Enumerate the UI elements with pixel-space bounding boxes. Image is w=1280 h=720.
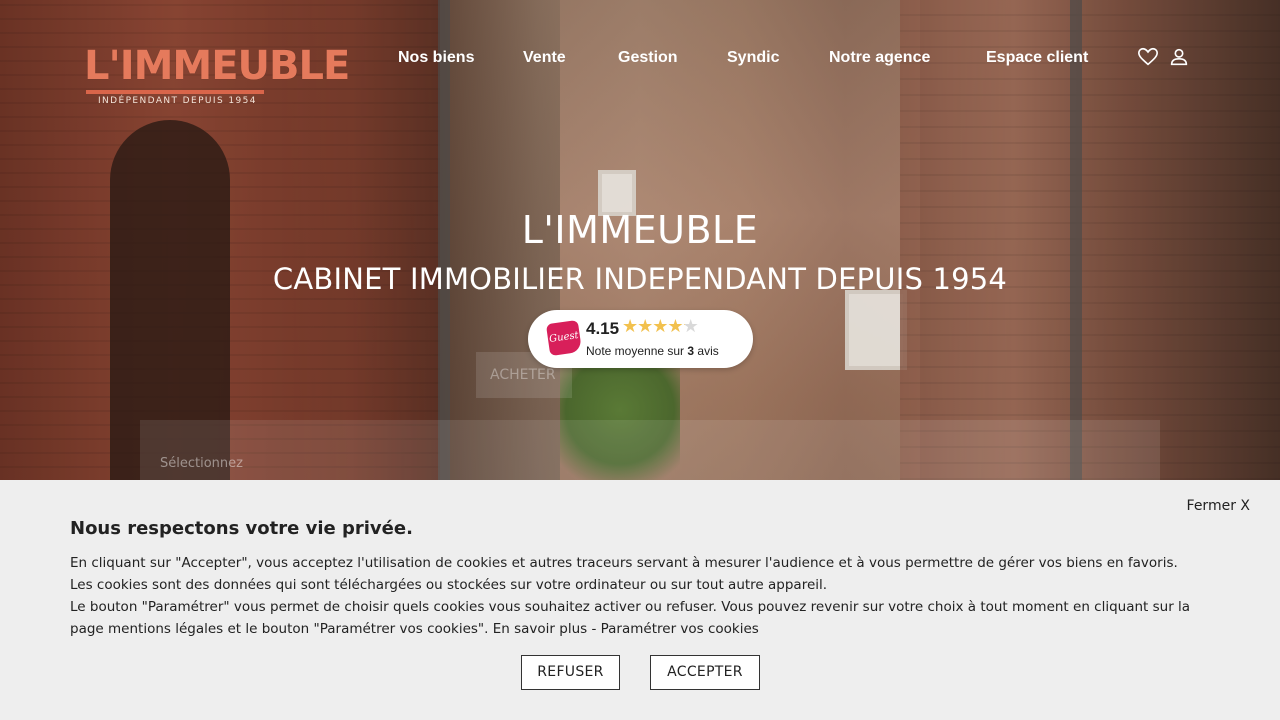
heart-icon[interactable]: [1137, 46, 1159, 68]
cookie-text-line: Les cookies sont des données qui sont té…: [70, 577, 828, 593]
nav-item-vente[interactable]: Vente: [523, 46, 566, 70]
cookie-title: Nous respectons votre vie privée.: [70, 518, 413, 539]
star-icon: ★: [667, 316, 683, 337]
nav-item-syndic[interactable]: Syndic: [727, 46, 779, 70]
rating-note-prefix: Note moyenne sur: [586, 344, 688, 358]
cookie-text-line: En cliquant sur "Accepter", vous accepte…: [70, 555, 1178, 571]
nav-item-nos-biens[interactable]: Nos biens: [398, 46, 474, 70]
cookie-text: En cliquant sur "Accepter", vous accepte…: [70, 552, 1220, 640]
rating-stars: ★★★★★: [622, 316, 699, 337]
star-icon: ★: [622, 316, 638, 337]
cookie-refuse-button[interactable]: REFUSER: [521, 655, 620, 690]
hero-subtitle: CABINET IMMOBILIER INDEPENDANT DEPUIS 19…: [272, 262, 1008, 296]
rating-score: 4.15: [586, 319, 620, 338]
rating-widget[interactable]: Guest 4.15 ★★★★★ Note moyenne sur 3 avis: [528, 310, 753, 368]
search-select[interactable]: Sélectionnez: [160, 456, 243, 471]
cookie-banner: Fermer X Nous respectons votre vie privé…: [0, 480, 1280, 720]
logo-wordmark: L'IMMEUBLE: [84, 43, 350, 89]
cookie-accept-button[interactable]: ACCEPTER: [650, 655, 760, 690]
star-icon: ★: [637, 316, 653, 337]
hero-title: L'IMMEUBLE: [521, 208, 759, 252]
nav-item-gestion[interactable]: Gestion: [618, 46, 678, 70]
cookie-settings-link[interactable]: Paramétrer vos cookies: [601, 621, 759, 637]
cookie-text-line: Le bouton "Paramétrer" vous permet de ch…: [70, 596, 1220, 640]
cookie-close-button[interactable]: Fermer X: [1187, 498, 1250, 514]
guest-suite-logo: Guest: [545, 319, 583, 357]
cookie-link-separator: -: [587, 621, 601, 637]
cookie-learn-more-link[interactable]: En savoir plus: [493, 621, 587, 637]
rating-note-suffix: avis: [694, 344, 719, 358]
star-half-icon: ★: [683, 316, 699, 337]
logo-tagline: INDÉPENDANT DEPUIS 1954: [98, 96, 257, 106]
rating-note: Note moyenne sur 3 avis: [586, 344, 719, 358]
star-icon: ★: [652, 316, 668, 337]
hero-window: [845, 290, 907, 370]
user-icon[interactable]: [1168, 46, 1190, 68]
nav-item-espace-client[interactable]: Espace client: [986, 46, 1088, 70]
nav-item-notre-agence[interactable]: Notre agence: [829, 46, 930, 70]
logo-underline: [86, 90, 264, 94]
search-bar: [140, 420, 1160, 480]
site-logo[interactable]: L'IMMEUBLE INDÉPENDANT DEPUIS 1954: [84, 22, 350, 112]
